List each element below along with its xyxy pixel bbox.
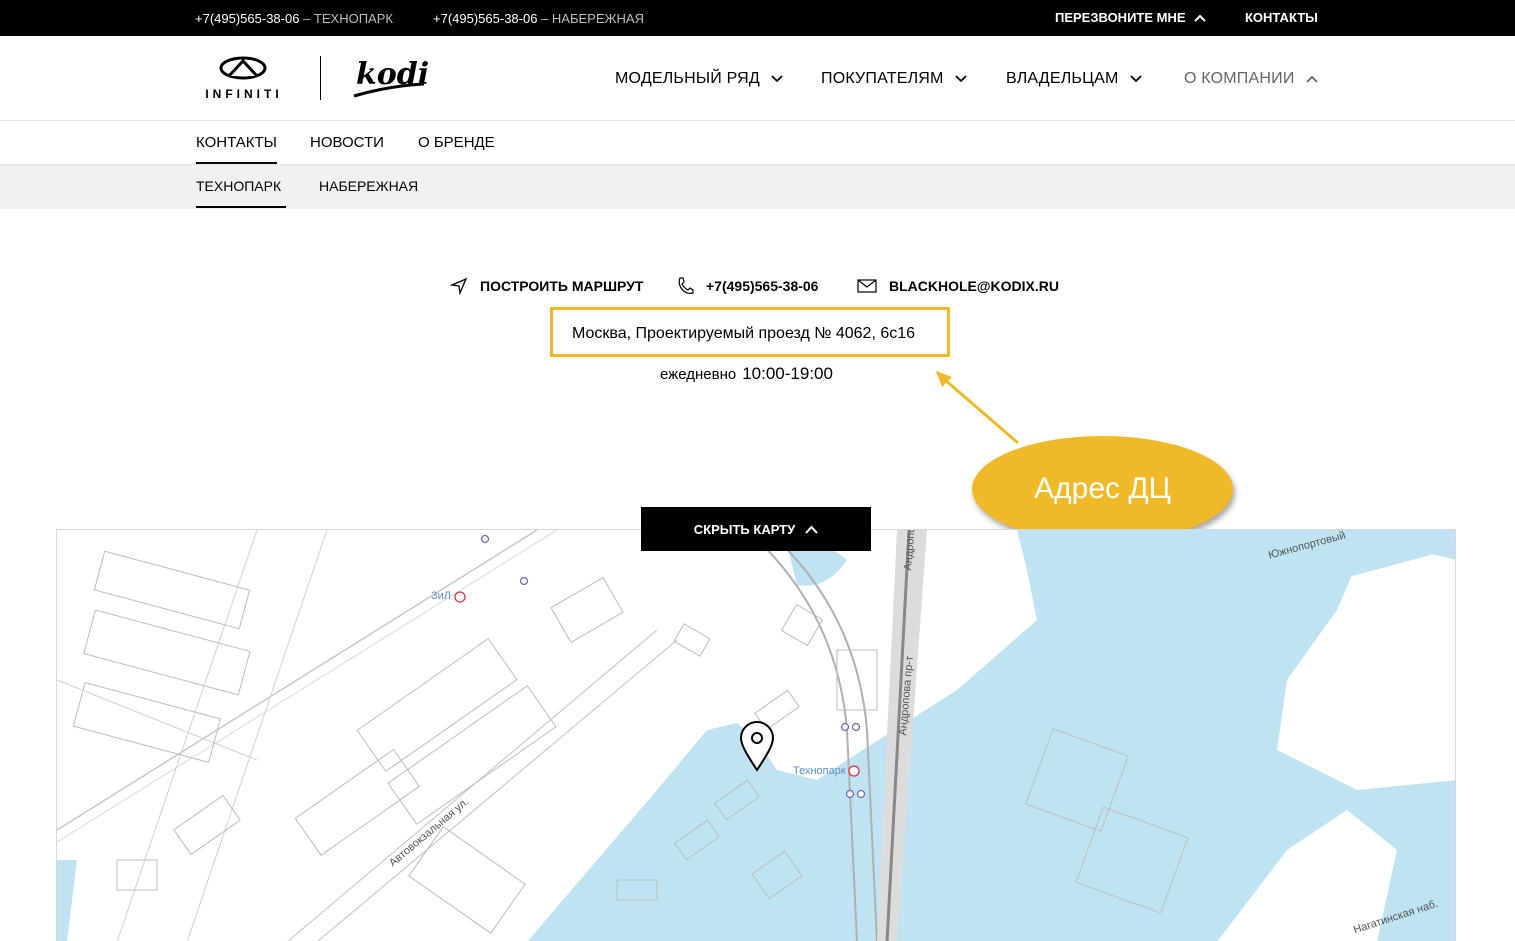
email-link[interactable]: BLACKHOLE@KODIX.RU	[857, 276, 1059, 296]
nav-buyers[interactable]: ПОКУПАТЕЛЯМ	[821, 70, 968, 88]
chevron-up-icon	[805, 525, 818, 534]
annotation-text: Адрес ДЦ	[1034, 472, 1171, 505]
phone-technopark[interactable]: +7(495)565-38-06 – ТЕХНОПАРК	[195, 11, 393, 26]
main-header: INFINITI kodix МОДЕЛЬНЫЙ РЯД ПОКУПАТЕЛЯМ…	[0, 36, 1515, 121]
annotation-bubble: Адрес ДЦ	[972, 436, 1233, 542]
hours-time: 10:00-19:00	[742, 364, 833, 383]
nav-label: ПОКУПАТЕЛЯМ	[821, 70, 944, 87]
phone-location: – НАБЕРЕЖНАЯ	[537, 11, 644, 26]
navigation-arrow-icon	[450, 277, 468, 295]
nav-models[interactable]: МОДЕЛЬНЫЙ РЯД	[615, 70, 784, 88]
map-canvas	[57, 530, 1455, 941]
infiniti-logo[interactable]: INFINITI	[195, 56, 293, 102]
annotation-arrow-icon	[936, 371, 1019, 445]
route-label: ПОСТРОИТЬ МАРШРУТ	[480, 278, 644, 294]
subnav: КОНТАКТЫ НОВОСТИ О БРЕНДЕ	[0, 121, 1515, 165]
phone-location: – ТЕХНОПАРК	[299, 11, 393, 26]
kodix-logo[interactable]: kodix	[352, 54, 448, 102]
metro-station-label: Технопарк	[793, 765, 846, 777]
top-bar: +7(495)565-38-06 – ТЕХНОПАРК +7(495)565-…	[0, 0, 1515, 36]
tab-brand[interactable]: О БРЕНДЕ	[418, 134, 495, 151]
phone-naberezhnaya[interactable]: +7(495)565-38-06 – НАБЕРЕЖНАЯ	[433, 11, 644, 26]
hide-map-button[interactable]: СКРЫТЬ КАРТУ	[641, 507, 871, 551]
nav-label: О КОМПАНИИ	[1184, 70, 1295, 87]
phone-number: +7(495)565-38-06	[433, 11, 538, 26]
infiniti-wordmark: INFINITI	[205, 87, 282, 101]
route-link[interactable]: ПОСТРОИТЬ МАРШРУТ	[450, 276, 643, 296]
chevron-down-icon	[1129, 75, 1142, 83]
hours-label: ежедневно	[660, 366, 737, 383]
dealer-tabs: ТЕХНОПАРК НАБЕРЕЖНАЯ	[0, 165, 1515, 209]
kodix-logo-graphic: kodix	[353, 57, 448, 98]
working-hours: ежедневно 10:00-19:00	[660, 364, 833, 384]
chevron-up-icon	[1305, 75, 1318, 83]
nav-label: ВЛАДЕЛЬЦАМ	[1006, 70, 1119, 87]
tab-contacts[interactable]: КОНТАКТЫ	[196, 134, 277, 151]
email-label: BLACKHOLE@KODIX.RU	[889, 278, 1059, 294]
nav-about[interactable]: О КОМПАНИИ	[1184, 70, 1319, 88]
phone-icon	[678, 277, 694, 295]
active-tab-indicator	[196, 162, 277, 164]
active-tab-indicator	[196, 206, 286, 208]
chevron-up-icon	[1193, 14, 1206, 22]
metro-station-label: ЗиЛ	[431, 590, 452, 602]
tab-news[interactable]: НОВОСТИ	[310, 134, 384, 151]
tab-naberezhnaya[interactable]: НАБЕРЕЖНАЯ	[319, 178, 418, 194]
phone-number: +7(495)565-38-06	[195, 11, 300, 26]
callback-button[interactable]: ПЕРЕЗВОНИТЕ МНЕ	[1055, 10, 1206, 25]
hide-map-label: СКРЫТЬ КАРТУ	[693, 521, 796, 537]
infiniti-emblem-icon: INFINITI	[205, 56, 282, 101]
map[interactable]: ЗиЛ Технопарк Андропова Андропова пр-т А…	[56, 529, 1456, 941]
contacts-link[interactable]: КОНТАКТЫ	[1245, 10, 1318, 25]
phone-link[interactable]: +7(495)565-38-06	[676, 276, 818, 296]
logo-divider	[320, 56, 321, 100]
phone-label: +7(495)565-38-06	[706, 278, 819, 294]
tab-technopark[interactable]: ТЕХНОПАРК	[196, 178, 281, 194]
dealer-address: Москва, Проектируемый проезд № 4062, 6с1…	[572, 325, 916, 342]
chevron-down-icon	[954, 75, 967, 83]
chevron-down-icon	[771, 75, 783, 83]
envelope-icon	[857, 279, 877, 293]
nav-owners[interactable]: ВЛАДЕЛЬЦАМ	[1006, 70, 1143, 88]
nav-label: МОДЕЛЬНЫЙ РЯД	[615, 70, 760, 87]
callback-label: ПЕРЕЗВОНИТЕ МНЕ	[1055, 10, 1186, 25]
